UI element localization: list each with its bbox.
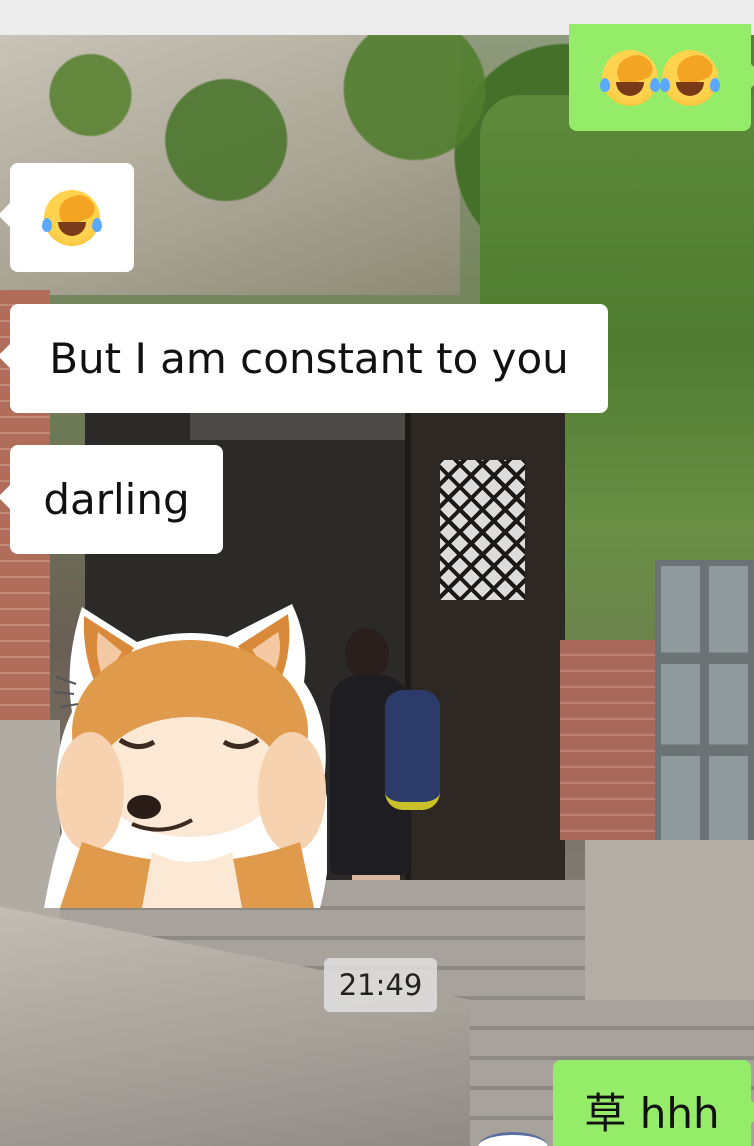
message-text: darling (43, 475, 190, 524)
wallpaper-brick-right (560, 640, 660, 840)
message-bubble-incoming[interactable]: darling (0, 445, 223, 554)
face-with-hand-over-eyes-icon (42, 189, 102, 246)
wallpaper-window (655, 560, 754, 860)
wallpaper-door-window (440, 460, 525, 600)
face-with-hand-over-eyes-icon (660, 49, 720, 106)
timestamp: 21:49 (324, 958, 437, 1012)
message-bubble-outgoing[interactable] (569, 24, 754, 131)
message-text: But I am constant to you (49, 334, 569, 383)
wallpaper-wall-right (585, 840, 754, 1000)
face-with-hand-over-eyes-icon (600, 49, 660, 106)
message-text: 草 hhh (584, 1088, 720, 1138)
wallpaper-person-head (345, 628, 389, 680)
message-bubble-incoming[interactable] (0, 163, 134, 272)
message-bubble-incoming[interactable]: But I am constant to you (0, 304, 608, 413)
message-bubble-outgoing[interactable]: 草 hhh (553, 1060, 754, 1146)
emoji-row (600, 49, 720, 106)
shiba-sticker[interactable] (42, 602, 327, 910)
wallpaper-backpack (385, 690, 440, 810)
